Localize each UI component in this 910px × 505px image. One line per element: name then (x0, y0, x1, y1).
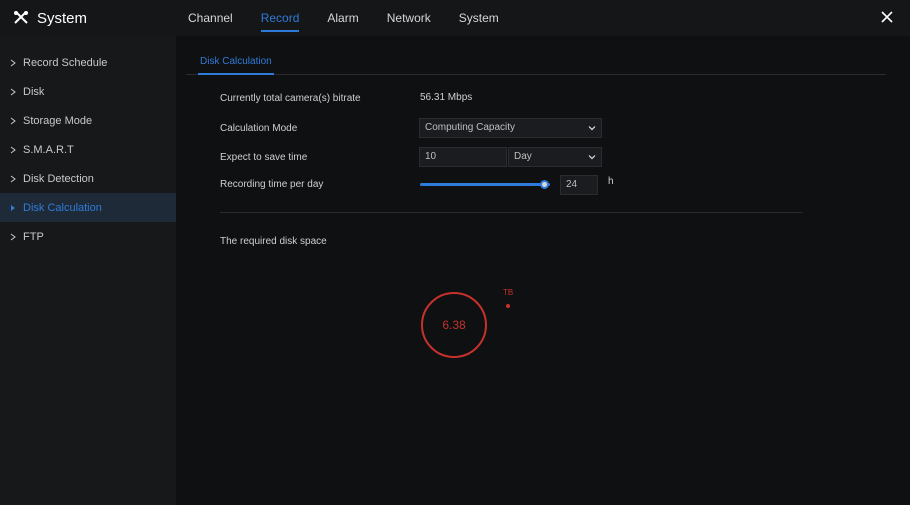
app-title: System (37, 9, 88, 27)
sidebar-item-record-schedule[interactable]: Record Schedule (0, 48, 176, 77)
save-time-row: Expect to save time (220, 147, 420, 167)
per-day-slider[interactable] (420, 183, 550, 186)
top-nav: Channel Record Alarm Network System (188, 0, 527, 36)
save-time-input[interactable]: 10 (419, 147, 507, 167)
sidebar-item-label: Storage Mode (23, 114, 93, 127)
per-day-slider-thumb[interactable] (540, 180, 549, 189)
per-day-label: Recording time per day (220, 178, 324, 190)
divider (220, 212, 803, 213)
save-time-label: Expect to save time (220, 151, 308, 163)
tab-record[interactable]: Record (260, 0, 299, 36)
sidebar-item-label: Disk Detection (23, 172, 94, 185)
calculation-mode-select[interactable]: Computing Capacity (419, 118, 602, 138)
brand: System (0, 0, 176, 36)
calculation-mode-value: Computing Capacity (425, 122, 516, 133)
subtab-disk-calculation[interactable]: Disk Calculation (198, 54, 274, 75)
sub-tab-bar: Disk Calculation (186, 54, 886, 75)
per-day-unit: h (608, 176, 614, 187)
sidebar-item-disk-detection[interactable]: Disk Detection (0, 164, 176, 193)
save-time-unit-select[interactable]: Day (508, 147, 602, 167)
sidebar-item-disk-calculation[interactable]: Disk Calculation (0, 193, 176, 222)
close-icon[interactable] (878, 8, 896, 26)
per-day-row: Recording time per day (220, 174, 420, 194)
triangle-right-icon (10, 233, 16, 240)
triangle-right-icon (10, 117, 16, 124)
disk-space-value: 6.38 (442, 318, 466, 332)
disk-space-circle: 6.38 (421, 292, 487, 358)
triangle-right-icon (10, 88, 16, 95)
bitrate-value: 56.31 Mbps (420, 92, 473, 103)
sidebar-item-storage-mode[interactable]: Storage Mode (0, 106, 176, 135)
triangle-right-icon (10, 146, 16, 153)
main-panel: Disk Calculation Currently total camera(… (176, 36, 910, 505)
bitrate-label: Currently total camera(s) bitrate (220, 92, 361, 104)
disk-space-unit: TB (503, 288, 514, 297)
mode-label: Calculation Mode (220, 122, 298, 134)
sidebar: Record Schedule Disk Storage Mode S.M.A.… (0, 36, 176, 505)
disk-space-dot (506, 304, 510, 308)
bitrate-row: Currently total camera(s) bitrate (220, 88, 420, 108)
top-bar: System Channel Record Alarm Network Syst… (0, 0, 910, 36)
sidebar-item-disk[interactable]: Disk (0, 77, 176, 106)
tab-network[interactable]: Network (387, 0, 431, 36)
sidebar-item-ftp[interactable]: FTP (0, 222, 176, 251)
sidebar-item-label: FTP (23, 230, 44, 243)
chevron-down-icon (588, 126, 596, 131)
sidebar-item-label: Disk (23, 85, 45, 98)
tab-alarm[interactable]: Alarm (327, 0, 358, 36)
sidebar-item-label: S.M.A.R.T (23, 143, 74, 156)
tab-system[interactable]: System (459, 0, 499, 36)
triangle-right-icon (10, 59, 16, 66)
mode-row: Calculation Mode (220, 118, 420, 138)
tools-icon (14, 11, 28, 24)
sidebar-item-smart[interactable]: S.M.A.R.T (0, 135, 176, 164)
save-time-unit-value: Day (514, 151, 532, 162)
triangle-right-icon (10, 175, 16, 182)
triangle-right-icon (11, 204, 15, 211)
sidebar-item-label: Record Schedule (23, 56, 108, 69)
required-space-label: The required disk space (220, 236, 327, 247)
chevron-down-icon (588, 155, 596, 160)
sidebar-item-label: Disk Calculation (23, 201, 102, 214)
tab-channel[interactable]: Channel (188, 0, 233, 36)
per-day-input[interactable]: 24 (560, 175, 598, 195)
